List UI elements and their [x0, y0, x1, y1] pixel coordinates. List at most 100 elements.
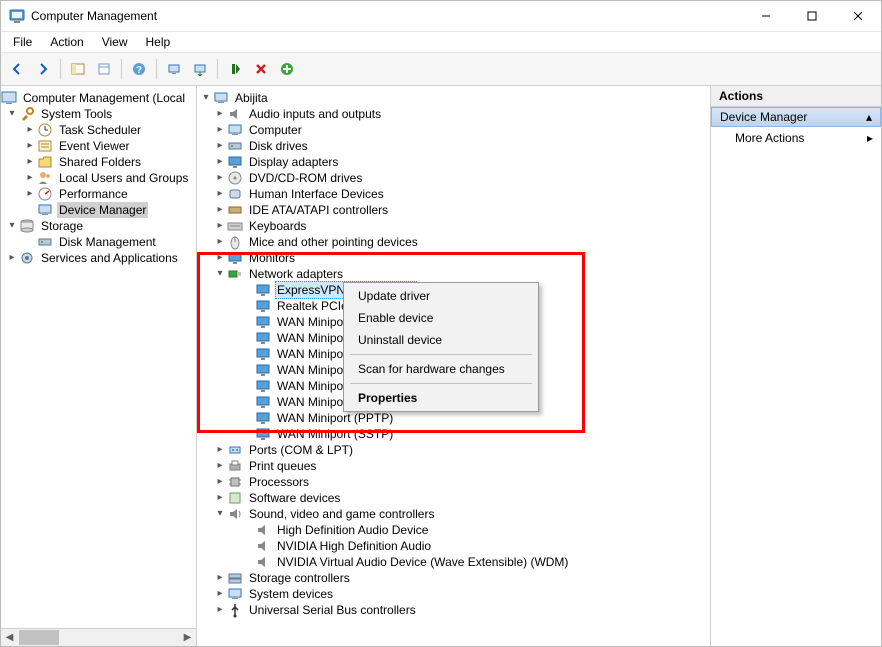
device-category-sound[interactable]: ▾Sound, video and game controllers: [197, 506, 710, 522]
scan-hardware-button[interactable]: [162, 57, 186, 81]
expand-icon[interactable]: ▸: [213, 459, 227, 473]
expand-icon[interactable]: ▸: [5, 251, 19, 265]
expand-icon[interactable]: ▾: [5, 107, 19, 121]
expand-icon[interactable]: ▸: [23, 171, 37, 185]
expand-icon[interactable]: ▸: [23, 155, 37, 169]
scroll-thumb[interactable]: [19, 630, 59, 645]
scroll-left-button[interactable]: ◀: [1, 629, 18, 646]
device-category[interactable]: ▸Ports (COM & LPT): [197, 442, 710, 458]
device-category[interactable]: ▸DVD/CD-ROM drives: [197, 170, 710, 186]
menu-action[interactable]: Action: [42, 33, 91, 51]
help-toolbar-button[interactable]: ?: [127, 57, 151, 81]
device-category[interactable]: ▸System devices: [197, 586, 710, 602]
properties-toolbar-button[interactable]: [92, 57, 116, 81]
expand-icon[interactable]: ▾: [199, 91, 213, 105]
device-category[interactable]: ▸IDE ATA/ATAPI controllers: [197, 202, 710, 218]
ctx-scan-hardware[interactable]: Scan for hardware changes: [346, 358, 536, 380]
console-tree[interactable]: Computer Management (Local ▾ System Tool…: [1, 86, 196, 270]
menu-help[interactable]: Help: [138, 33, 179, 51]
uninstall-device-button[interactable]: [249, 57, 273, 81]
ctx-update-driver[interactable]: Update driver: [346, 285, 536, 307]
device-category[interactable]: ▸Computer: [197, 122, 710, 138]
forward-button[interactable]: [31, 57, 55, 81]
device-category[interactable]: ▸Universal Serial Bus controllers: [197, 602, 710, 618]
expand-icon[interactable]: ▸: [23, 139, 37, 153]
tree-local-users[interactable]: ▸ Local Users and Groups: [1, 170, 196, 186]
expand-icon[interactable]: ▸: [23, 123, 37, 137]
expand-icon[interactable]: ▸: [213, 603, 227, 617]
expand-icon[interactable]: ▸: [213, 571, 227, 585]
expand-icon[interactable]: ▸: [213, 235, 227, 249]
toolbar: ?: [1, 53, 881, 86]
device-category[interactable]: ▸Storage controllers: [197, 570, 710, 586]
enable-device-button[interactable]: [223, 57, 247, 81]
close-button[interactable]: [835, 1, 881, 31]
minimize-button[interactable]: [743, 1, 789, 31]
device-category[interactable]: ▸Mice and other pointing devices: [197, 234, 710, 250]
expand-icon[interactable]: ▸: [213, 475, 227, 489]
device-category[interactable]: ▸Human Interface Devices: [197, 186, 710, 202]
menu-file[interactable]: File: [5, 33, 40, 51]
device-label: Audio inputs and outputs: [247, 106, 383, 122]
device-category[interactable]: ▸Processors: [197, 474, 710, 490]
tree-storage[interactable]: ▾ Storage: [1, 218, 196, 234]
expand-icon[interactable]: ▸: [213, 171, 227, 185]
tree-event-viewer[interactable]: ▸ Event Viewer: [1, 138, 196, 154]
device-category[interactable]: ▸Monitors: [197, 250, 710, 266]
tree-shared-folders[interactable]: ▸ Shared Folders: [1, 154, 196, 170]
ctx-properties[interactable]: Properties: [346, 387, 536, 409]
tree-performance[interactable]: ▸ Performance: [1, 186, 196, 202]
back-button[interactable]: [5, 57, 29, 81]
sound-device-item[interactable]: NVIDIA High Definition Audio: [197, 538, 710, 554]
expand-icon[interactable]: ▸: [213, 123, 227, 137]
actions-selected[interactable]: Device Manager ▴: [711, 107, 881, 127]
update-driver-button[interactable]: [188, 57, 212, 81]
tree-system-tools[interactable]: ▾ System Tools: [1, 106, 196, 122]
device-root[interactable]: ▾Abijita: [197, 90, 710, 106]
device-label: WAN Miniport (SSTP): [275, 426, 395, 442]
expand-icon[interactable]: ▸: [213, 139, 227, 153]
menu-view[interactable]: View: [94, 33, 136, 51]
device-category[interactable]: ▸Display adapters: [197, 154, 710, 170]
sound-device-item[interactable]: High Definition Audio Device: [197, 522, 710, 538]
horizontal-scrollbar[interactable]: ◀ ▶: [1, 628, 196, 646]
expand-icon[interactable]: ▸: [213, 491, 227, 505]
device-category[interactable]: ▸ Audio inputs and outputs: [197, 106, 710, 122]
expand-icon[interactable]: ▾: [213, 267, 227, 281]
ctx-enable-device[interactable]: Enable device: [346, 307, 536, 329]
collapse-icon: ▴: [866, 110, 872, 124]
device-category[interactable]: ▸ Keyboards: [197, 218, 710, 234]
device-category-network[interactable]: ▾Network adapters: [197, 266, 710, 282]
expand-icon[interactable]: ▾: [213, 507, 227, 521]
tree-root[interactable]: Computer Management (Local: [1, 90, 196, 106]
tree-disk-management[interactable]: Disk Management: [1, 234, 196, 250]
expand-icon[interactable]: ▸: [213, 443, 227, 457]
expand-icon[interactable]: ▾: [5, 219, 19, 233]
sound-device-item[interactable]: NVIDIA Virtual Audio Device (Wave Extens…: [197, 554, 710, 570]
expand-icon[interactable]: ▸: [213, 107, 227, 121]
more-actions[interactable]: More Actions ▸: [711, 127, 881, 149]
add-hardware-button[interactable]: [275, 57, 299, 81]
expand-icon[interactable]: ▸: [213, 187, 227, 201]
show-hide-tree-button[interactable]: [66, 57, 90, 81]
expand-icon[interactable]: ▸: [213, 219, 227, 233]
tree-device-manager[interactable]: Device Manager: [1, 202, 196, 218]
scroll-right-button[interactable]: ▶: [179, 629, 196, 646]
network-adapter-item[interactable]: WAN Miniport (SSTP): [197, 426, 710, 442]
expand-icon[interactable]: ▸: [213, 155, 227, 169]
network-adapter-item[interactable]: WAN Miniport (PPTP): [197, 410, 710, 426]
device-category[interactable]: ▸Print queues: [197, 458, 710, 474]
device-category[interactable]: ▸Disk drives: [197, 138, 710, 154]
tree-task-scheduler[interactable]: ▸ Task Scheduler: [1, 122, 196, 138]
device-category[interactable]: ▸Software devices: [197, 490, 710, 506]
device-icon: [255, 394, 271, 410]
expand-icon[interactable]: ▸: [23, 187, 37, 201]
ctx-uninstall-device[interactable]: Uninstall device: [346, 329, 536, 351]
tree-root-label: Computer Management (Local: [21, 90, 187, 106]
maximize-button[interactable]: [789, 1, 835, 31]
expand-icon[interactable]: ▸: [213, 203, 227, 217]
expand-icon[interactable]: ▸: [213, 251, 227, 265]
device-label: Keyboards: [247, 218, 308, 234]
tree-services-apps[interactable]: ▸ Services and Applications: [1, 250, 196, 266]
expand-icon[interactable]: ▸: [213, 587, 227, 601]
